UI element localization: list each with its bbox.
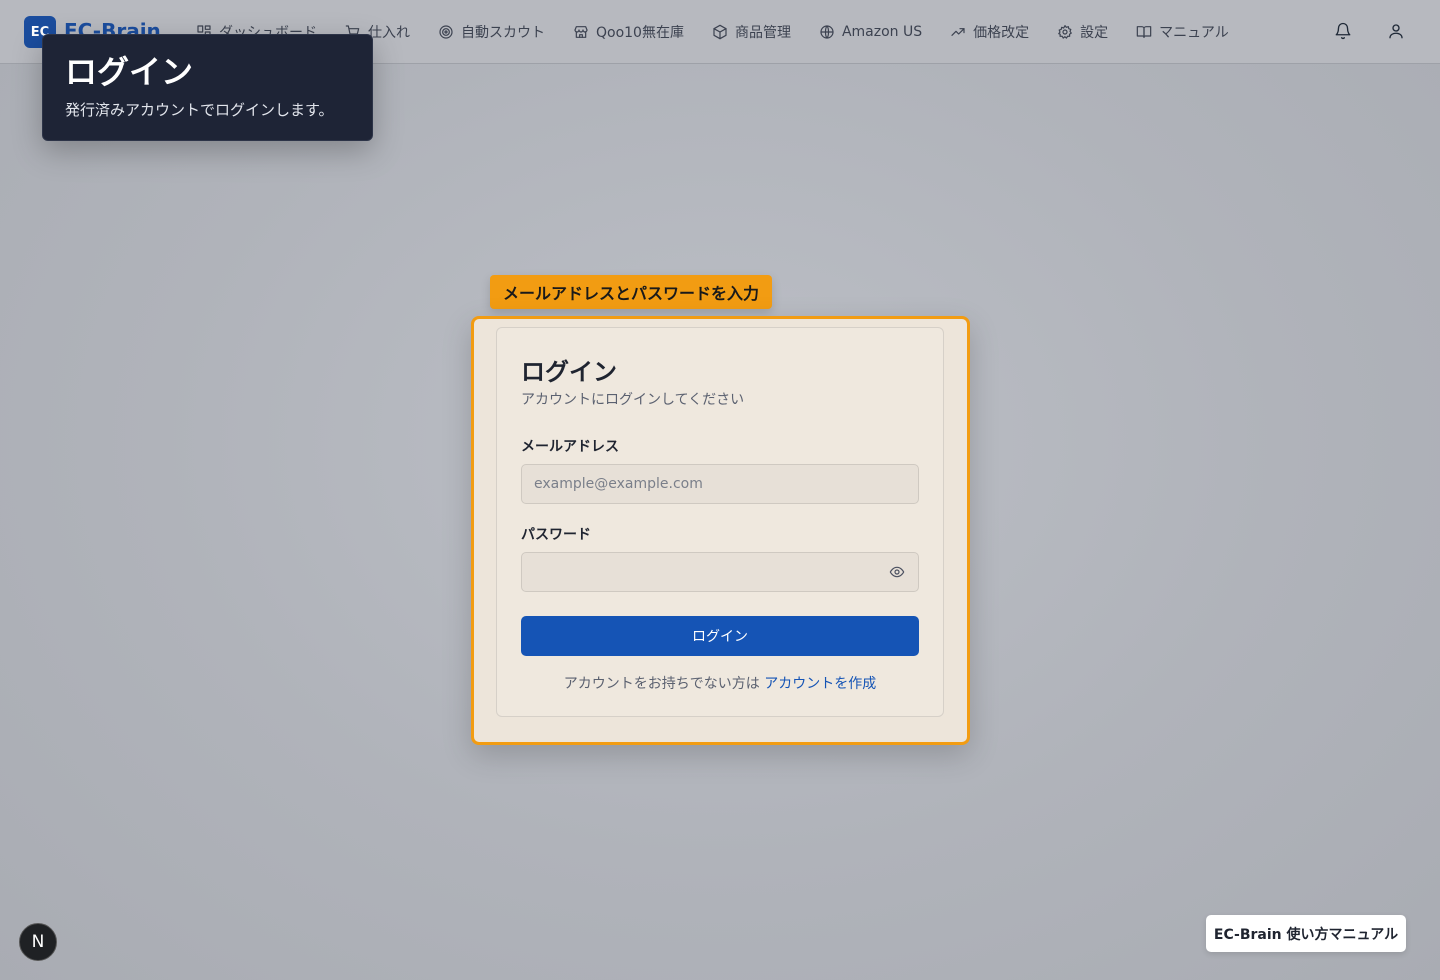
guide-tooltip-description: 発行済みアカウントでログインします。: [65, 101, 334, 119]
nav-item-auto-scout[interactable]: 自動スカウト: [438, 22, 545, 42]
login-subtitle: アカウントにログインしてください: [521, 392, 745, 408]
email-label: メールアドレス: [521, 439, 619, 455]
signup-prompt-line: アカウントをお持ちでない方は アカウントを作成: [497, 673, 943, 693]
gear-icon: [1058, 25, 1073, 39]
eye-icon: [889, 566, 905, 578]
signup-prompt: アカウントをお持ちでない方は: [563, 676, 760, 692]
guide-tooltip-title: ログイン: [65, 53, 194, 91]
notifications-button[interactable]: [1334, 22, 1354, 42]
nav-item-repricing[interactable]: 価格改定: [950, 22, 1029, 42]
nav-label: 商品管理: [734, 25, 791, 41]
nav-item-amazon-us[interactable]: Amazon US: [819, 24, 922, 40]
nav-item-qoo10[interactable]: Qoo10無在庫: [573, 22, 684, 42]
create-account-link[interactable]: アカウントを作成: [764, 676, 876, 692]
book-icon: [1136, 26, 1152, 38]
nav-label: 設定: [1080, 25, 1109, 41]
trending-up-icon: [951, 28, 965, 36]
nav-label: 価格改定: [973, 25, 1030, 41]
nav-item-manual[interactable]: マニュアル: [1136, 22, 1229, 42]
email-input[interactable]: [521, 464, 919, 504]
nav-label: 仕入れ: [368, 25, 410, 41]
nav-label: Amazon US: [841, 24, 923, 40]
login-title: ログイン: [521, 358, 617, 386]
target-icon: [439, 25, 453, 39]
nav-label: Qoo10無在庫: [596, 25, 684, 41]
password-input[interactable]: [521, 552, 919, 592]
store-icon: [574, 26, 588, 38]
nav-item-products[interactable]: 商品管理: [712, 22, 791, 42]
toggle-password-visibility-button[interactable]: [889, 564, 909, 584]
user-icon: [1389, 24, 1403, 39]
guide-tooltip: ログイン 発行済みアカウントでログインします。: [42, 34, 373, 141]
nav-label: 自動スカウト: [461, 25, 545, 41]
manual-badge[interactable]: EC-Brain 使い方マニュアル: [1206, 915, 1406, 952]
highlight-label: メールアドレスとパスワードを入力: [490, 275, 773, 309]
account-button[interactable]: [1387, 22, 1407, 42]
nextjs-dev-badge[interactable]: N: [19, 923, 57, 961]
nav-label: マニュアル: [1159, 25, 1229, 41]
globe-icon: [820, 25, 834, 39]
login-card: ログイン アカウントにログインしてください メールアドレス パスワード ログイン…: [496, 327, 944, 717]
password-label: パスワード: [521, 527, 591, 543]
login-button[interactable]: ログイン: [521, 616, 919, 656]
bell-icon: [1335, 22, 1351, 40]
box-icon: [713, 24, 727, 40]
nav-item-settings[interactable]: 設定: [1057, 22, 1108, 42]
